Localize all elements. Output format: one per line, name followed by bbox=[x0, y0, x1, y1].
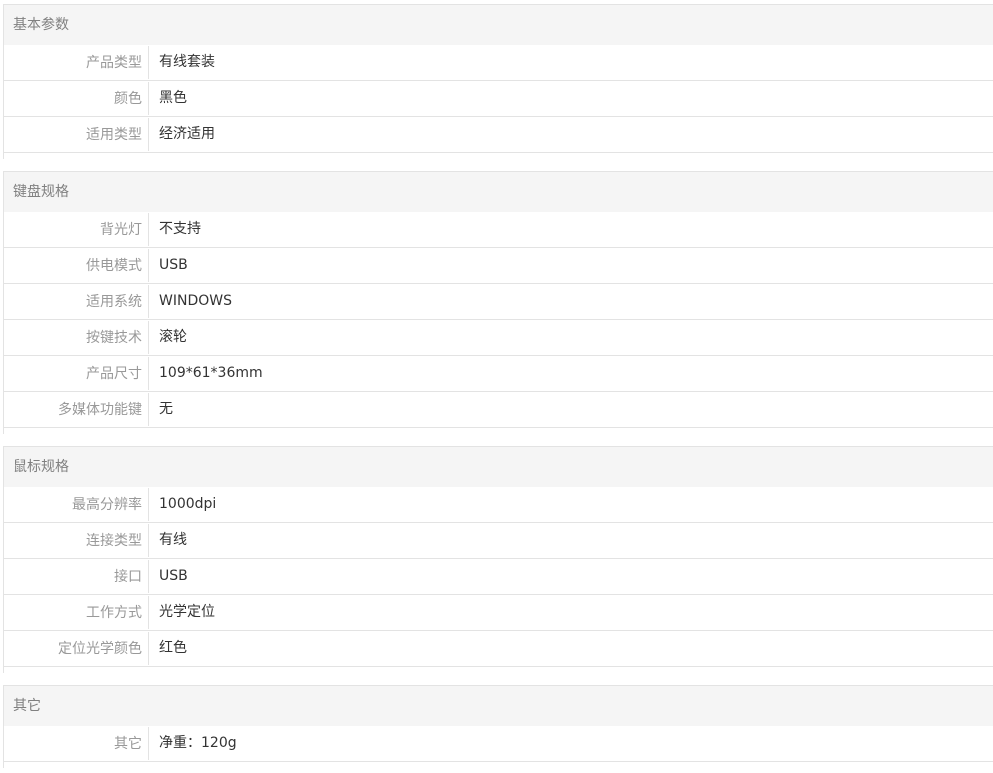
spec-row: 背光灯 不支持 bbox=[4, 212, 993, 248]
spec-value: 109*61*36mm bbox=[159, 365, 263, 381]
spec-row: 产品类型 有线套装 bbox=[4, 45, 993, 81]
spec-key: 按键技术 bbox=[4, 321, 149, 354]
spec-key: 最高分辨率 bbox=[4, 488, 149, 521]
spec-row: 颜色 黑色 bbox=[4, 81, 993, 117]
spec-row: 产品尺寸 109*61*36mm bbox=[4, 356, 993, 392]
spec-row: 按键技术 滚轮 bbox=[4, 320, 993, 356]
spec-key: 连接类型 bbox=[4, 524, 149, 557]
section-title: 基本参数 bbox=[4, 5, 993, 45]
spec-value: 有线 bbox=[159, 532, 187, 548]
spec-key: 颜色 bbox=[4, 82, 149, 115]
spec-row: 连接类型 有线 bbox=[4, 523, 993, 559]
section-basic-params: 基本参数 产品类型 有线套装 颜色 黑色 适用类型 经济适用 bbox=[3, 4, 993, 159]
spec-value: 光学定位 bbox=[159, 604, 215, 620]
spec-key: 接口 bbox=[4, 560, 149, 593]
spec-key: 多媒体功能键 bbox=[4, 393, 149, 426]
spec-value: 无 bbox=[159, 401, 173, 417]
section-keyboard-specs: 键盘规格 背光灯 不支持 供电模式 USB 适用系统 WINDOWS 按键技术 … bbox=[3, 171, 993, 434]
spec-value: USB bbox=[159, 568, 188, 584]
spec-key: 工作方式 bbox=[4, 596, 149, 629]
section-other: 其它 其它 净重：120g bbox=[3, 685, 993, 768]
spec-value: 净重：120g bbox=[159, 735, 237, 751]
spec-row: 最高分辨率 1000dpi bbox=[4, 487, 993, 523]
spec-row: 适用系统 WINDOWS bbox=[4, 284, 993, 320]
spec-value: USB bbox=[159, 257, 188, 273]
spec-value: 不支持 bbox=[159, 221, 201, 237]
spec-row: 定位光学颜色 红色 bbox=[4, 631, 993, 667]
section-title: 其它 bbox=[4, 686, 993, 726]
spec-value: WINDOWS bbox=[159, 293, 232, 309]
spec-row: 其它 净重：120g bbox=[4, 726, 993, 762]
spec-key: 产品尺寸 bbox=[4, 357, 149, 390]
section-title: 鼠标规格 bbox=[4, 447, 993, 487]
spec-value: 滚轮 bbox=[159, 329, 187, 345]
spec-row: 多媒体功能键 无 bbox=[4, 392, 993, 428]
spec-table: 基本参数 产品类型 有线套装 颜色 黑色 适用类型 经济适用 键盘规格 背光灯 … bbox=[0, 0, 993, 773]
spec-key: 其它 bbox=[4, 727, 149, 760]
section-mouse-specs: 鼠标规格 最高分辨率 1000dpi 连接类型 有线 接口 USB 工作方式 光… bbox=[3, 446, 993, 673]
spec-value: 经济适用 bbox=[159, 126, 215, 142]
spec-key: 背光灯 bbox=[4, 213, 149, 246]
spec-row: 适用类型 经济适用 bbox=[4, 117, 993, 153]
spec-key: 定位光学颜色 bbox=[4, 632, 149, 665]
spec-value: 红色 bbox=[159, 640, 187, 656]
spec-value: 有线套装 bbox=[159, 54, 215, 70]
spec-row: 接口 USB bbox=[4, 559, 993, 595]
spec-key: 供电模式 bbox=[4, 249, 149, 282]
section-title: 键盘规格 bbox=[4, 172, 993, 212]
spec-value: 1000dpi bbox=[159, 496, 217, 512]
spec-key: 产品类型 bbox=[4, 46, 149, 79]
spec-row: 工作方式 光学定位 bbox=[4, 595, 993, 631]
spec-row: 供电模式 USB bbox=[4, 248, 993, 284]
spec-key: 适用类型 bbox=[4, 118, 149, 151]
spec-value: 黑色 bbox=[159, 90, 187, 106]
spec-key: 适用系统 bbox=[4, 285, 149, 318]
